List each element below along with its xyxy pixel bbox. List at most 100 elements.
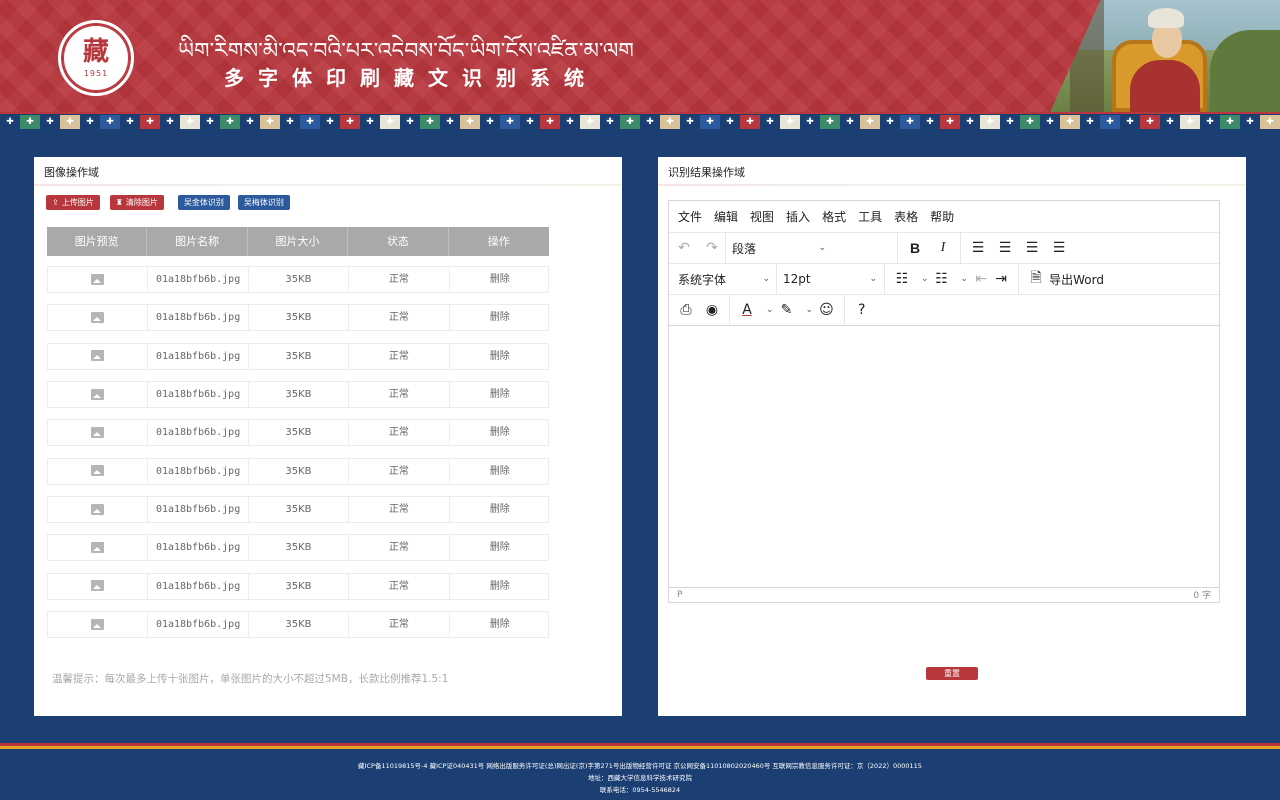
- wujin-recognize-button[interactable]: 吴金体识别: [177, 195, 230, 210]
- cell-name: 01a18bfb6b.jpg: [148, 535, 249, 561]
- block-format-select[interactable]: 段落 ⌄: [732, 240, 826, 257]
- export-word-button[interactable]: 导出Word: [1049, 271, 1104, 288]
- text-color-icon[interactable]: A: [740, 302, 754, 318]
- preview-icon[interactable]: ◉: [705, 302, 719, 318]
- outdent-icon[interactable]: ⇤: [974, 271, 988, 287]
- cell-size: 35KB: [249, 420, 350, 446]
- table-row: 01a18bfb6b.jpg 35KB 正常 删除: [47, 342, 550, 370]
- undo-icon[interactable]: ↶: [677, 240, 691, 256]
- table-row: 01a18bfb6b.jpg 35KB 正常 删除: [47, 381, 550, 409]
- cell-preview: [48, 497, 149, 523]
- border-tile: ✚: [980, 115, 1000, 129]
- cell-status: 正常: [349, 497, 450, 523]
- font-group: 系统字体 ⌄: [669, 263, 777, 295]
- style-group: B I: [898, 232, 961, 264]
- history-group: ↶ ↷: [669, 232, 726, 264]
- upload-button[interactable]: ⇪ 上传图片: [46, 195, 100, 210]
- delete-button[interactable]: 删除: [450, 497, 550, 522]
- chevron-down-icon: ⌄: [869, 274, 877, 284]
- cell-status: 正常: [349, 573, 450, 599]
- cell-preview: [48, 382, 149, 408]
- menu-help[interactable]: 帮助: [930, 208, 954, 225]
- menu-view[interactable]: 视图: [750, 208, 774, 225]
- emoji-icon[interactable]: ☺: [819, 302, 834, 318]
- border-tile: ✚: [520, 115, 540, 129]
- site-header: 藏 1951 ཡིག་རིགས་མི་འདྲ་བའི་པར་འདེབས་བོད་…: [0, 0, 1280, 112]
- editor-content[interactable]: [669, 325, 1219, 587]
- logo-year: 1951: [83, 68, 109, 78]
- clear-button[interactable]: ♜ 清除图片: [109, 195, 164, 210]
- menu-insert[interactable]: 插入: [786, 208, 810, 225]
- delete-button[interactable]: 删除: [450, 420, 550, 445]
- chevron-down-icon[interactable]: ⌄: [806, 305, 814, 315]
- border-tile: ✚: [20, 115, 40, 129]
- delete-button[interactable]: 删除: [450, 535, 550, 560]
- font-size-select[interactable]: 12pt ⌄: [783, 272, 877, 286]
- border-tile: ✚: [1180, 115, 1200, 129]
- border-tile: ✚: [0, 115, 20, 129]
- cell-status: 正常: [349, 420, 450, 446]
- border-tile: ✚: [480, 115, 500, 129]
- bullet-list-icon[interactable]: ☷: [895, 271, 909, 287]
- help-icon[interactable]: ?: [855, 302, 869, 318]
- chevron-down-icon[interactable]: ⌄: [766, 305, 774, 315]
- panel-title: 图像操作域: [44, 166, 99, 179]
- font-size-value: 12pt: [783, 272, 811, 286]
- border-tile: ✚: [960, 115, 980, 129]
- col-action: 操作: [487, 235, 510, 248]
- menu-table[interactable]: 表格: [894, 208, 918, 225]
- cell-size: 35KB: [249, 458, 350, 484]
- highlight-icon[interactable]: ✎: [780, 302, 794, 318]
- image-icon: [91, 388, 105, 400]
- border-tile: ✚: [360, 115, 380, 129]
- border-tile: ✚: [220, 115, 240, 129]
- reset-button[interactable]: 重置: [926, 667, 978, 680]
- italic-icon[interactable]: I: [936, 240, 950, 256]
- numbered-list-icon[interactable]: ☷: [935, 271, 949, 287]
- chevron-down-icon[interactable]: ⌄: [961, 274, 969, 284]
- menu-format[interactable]: 格式: [822, 208, 846, 225]
- image-table: 图片预览 图片名称 图片大小 状态 操作 01a18bfb6b.jpg 35KB 正…: [47, 227, 550, 639]
- border-tile: ✚: [400, 115, 420, 129]
- indent-icon[interactable]: ⇥: [994, 271, 1008, 287]
- border-tile: ✚: [1140, 115, 1160, 129]
- print-icon[interactable]: ⎙: [679, 302, 693, 318]
- border-tile: ✚: [600, 115, 620, 129]
- border-tile: ✚: [140, 115, 160, 129]
- align-center-icon[interactable]: ☰: [998, 240, 1012, 256]
- export-word-icon[interactable]: 🗎: [1029, 267, 1043, 291]
- word-count: 0 字: [1193, 591, 1211, 601]
- delete-button[interactable]: 删除: [450, 267, 550, 292]
- wumei-recognize-button[interactable]: 吴梅体识别: [237, 195, 290, 210]
- redo-icon[interactable]: ↷: [705, 240, 719, 256]
- delete-button[interactable]: 删除: [450, 612, 550, 637]
- bold-icon[interactable]: B: [908, 240, 922, 256]
- editor-toolbar-2: 系统字体 ⌄ 12pt ⌄ ☷ ⌄ ☷ ⌄ ⇤ ⇥ 🗎 导出Word: [669, 263, 1219, 295]
- panel-divider: [658, 184, 1246, 186]
- border-tile: ✚: [780, 115, 800, 129]
- delete-button[interactable]: 删除: [450, 305, 550, 330]
- align-right-icon[interactable]: ☰: [1025, 240, 1039, 256]
- site-footer: 藏ICP备11019815号-4 藏ICP证040431号 网络出版服务许可证(…: [0, 751, 1280, 800]
- menu-file[interactable]: 文件: [678, 208, 702, 225]
- border-tile: ✚: [1100, 115, 1120, 129]
- delete-button[interactable]: 删除: [450, 344, 550, 369]
- cell-preview: [48, 305, 149, 331]
- border-tile: ✚: [1040, 115, 1060, 129]
- border-tile: ✚: [540, 115, 560, 129]
- align-group: ☰ ☰ ☰ ☰: [961, 233, 1076, 264]
- font-family-select[interactable]: 系统字体 ⌄: [678, 271, 770, 288]
- align-left-icon[interactable]: ☰: [971, 240, 985, 256]
- panel-title: 识别结果操作域: [668, 166, 745, 179]
- delete-button[interactable]: 删除: [450, 382, 550, 407]
- broom-icon: ♜: [115, 198, 123, 207]
- menu-tools[interactable]: 工具: [858, 208, 882, 225]
- align-justify-icon[interactable]: ☰: [1052, 240, 1066, 256]
- delete-button[interactable]: 删除: [450, 459, 550, 484]
- border-tile: ✚: [80, 115, 100, 129]
- export-group: 🗎 导出Word: [1019, 264, 1114, 295]
- menu-edit[interactable]: 编辑: [714, 208, 738, 225]
- delete-button[interactable]: 删除: [450, 574, 550, 599]
- chevron-down-icon[interactable]: ⌄: [921, 274, 929, 284]
- cell-status: 正常: [349, 458, 450, 484]
